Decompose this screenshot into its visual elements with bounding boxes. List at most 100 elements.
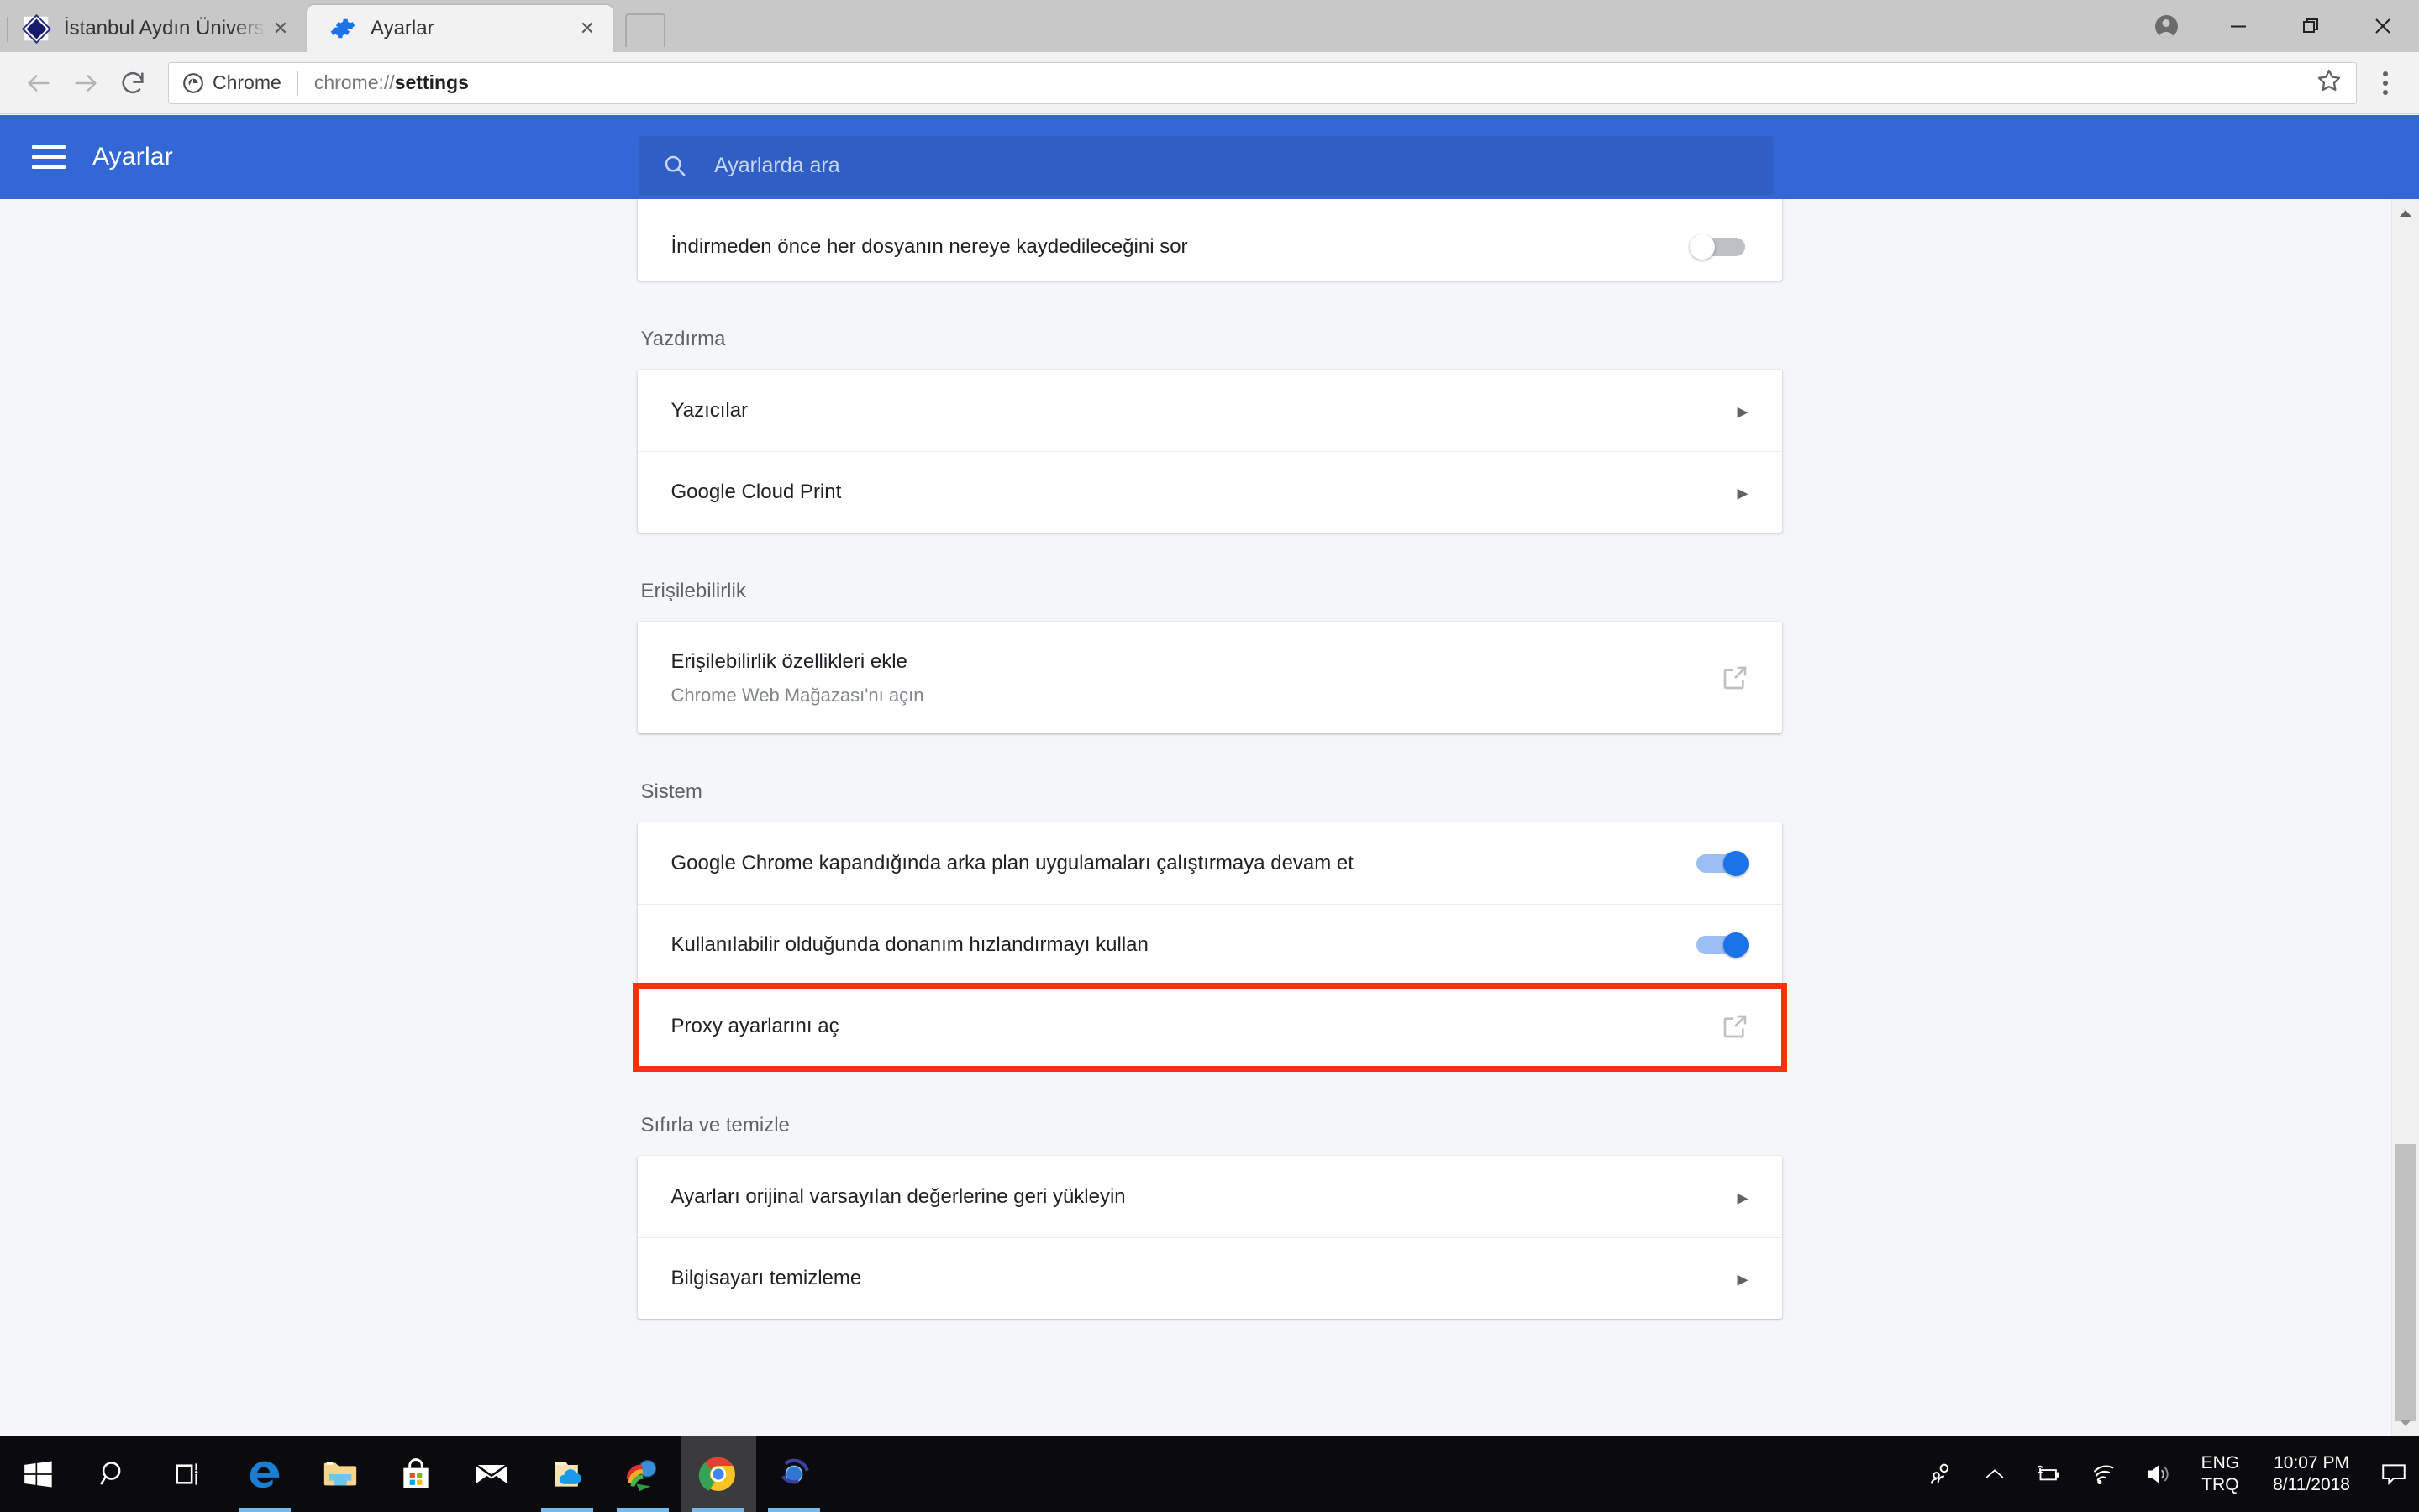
wifi-icon[interactable] [2075, 1436, 2131, 1512]
row-label: Erişilebilirlik özellikleri ekle [670, 649, 907, 673]
task-view-button[interactable] [151, 1436, 227, 1512]
chevron-right-icon: ▸ [1737, 1184, 1749, 1210]
edge-button[interactable] [227, 1436, 302, 1512]
row-add-accessibility-features[interactable]: Erişilebilirlik özellikleri ekle Chrome … [638, 622, 1782, 733]
tab-title: Ayarlar [371, 17, 434, 39]
search-icon [100, 1462, 121, 1485]
star-icon[interactable] [2316, 67, 2343, 98]
row-label: Google Chrome kapandığında arka plan uyg… [670, 851, 1354, 874]
row-google-cloud-print[interactable]: Google Cloud Print ▸ [637, 451, 1782, 533]
row-printers[interactable]: Yazıcılar ▸ [638, 370, 1782, 451]
gear-icon [330, 16, 355, 41]
clock[interactable]: 10:07 PM 8/11/2018 [2254, 1452, 2369, 1497]
row-restore-defaults[interactable]: Ayarları orijinal varsayılan değerlerine… [638, 1156, 1782, 1237]
maximize-restore-button[interactable] [2274, 0, 2347, 52]
omnibox-url: chrome://settings [314, 71, 469, 94]
reset-cleanup-card: Ayarları orijinal varsayılan değerlerine… [637, 1156, 1782, 1319]
start-button[interactable] [0, 1436, 76, 1512]
browser-toolbar: Chrome chrome://settings [0, 52, 2419, 114]
url-path: settings [394, 71, 469, 93]
three-dots-icon[interactable] [2367, 71, 2404, 95]
language-indicator[interactable]: ENG TRQ [2186, 1452, 2255, 1497]
running-indicator [239, 1508, 291, 1512]
chrome-button[interactable] [681, 1436, 756, 1512]
row-sublabel: Chrome Web Mağazası'nı açın [670, 685, 924, 706]
scrollbar-thumb[interactable] [2395, 1144, 2416, 1421]
iau-diamond-icon [24, 16, 49, 41]
search-icon [665, 155, 686, 176]
new-tab-button[interactable] [625, 13, 665, 47]
mail-button[interactable] [454, 1436, 529, 1512]
row-label: Ayarları orijinal varsayılan değerlerine… [670, 1184, 1126, 1208]
close-button[interactable] [2347, 0, 2419, 52]
hamburger-icon[interactable] [32, 145, 66, 169]
address-bar[interactable]: Chrome chrome://settings [168, 61, 2357, 104]
chevron-right-icon: ▸ [1737, 1266, 1749, 1291]
background-apps-toggle[interactable] [1690, 850, 1749, 876]
vertical-scrollbar[interactable] [2391, 199, 2419, 1436]
reload-icon[interactable] [109, 60, 156, 107]
row-label: Yazıcılar [670, 398, 749, 422]
file-explorer-button[interactable] [302, 1436, 378, 1512]
internet-download-manager-button[interactable] [605, 1436, 681, 1512]
clock-time: 10:07 PM [2274, 1452, 2349, 1473]
row-background-apps[interactable]: Google Chrome kapandığında arka plan uyg… [638, 822, 1782, 904]
tab-istanbul-aydin-universitesi[interactable]: İstanbul Aydın Üniversitesi ✕ [0, 5, 307, 52]
onedrive-folder-button[interactable] [529, 1436, 605, 1512]
row-open-proxy-settings[interactable]: Proxy ayarlarını aç [632, 983, 1787, 1072]
search-button[interactable] [76, 1436, 151, 1512]
ask-download-location-toggle[interactable] [1689, 234, 1749, 260]
row-label: İndirmeden önce her dosyanın nereye kayd… [670, 234, 1188, 258]
settings-header: Ayarlar Ayarlarda ara [0, 115, 2419, 199]
notification-icon[interactable] [2369, 1460, 2419, 1488]
search-placeholder: Ayarlarda ara [714, 153, 840, 177]
search-input[interactable]: Ayarlarda ara [639, 136, 1773, 195]
back-arrow-icon[interactable] [15, 60, 62, 107]
accessibility-card: Erişilebilirlik özellikleri ekle Chrome … [637, 622, 1782, 733]
app-button[interactable] [756, 1436, 832, 1512]
speaker-icon[interactable] [2131, 1436, 2186, 1512]
scroll-up-button[interactable] [2392, 199, 2419, 227]
settings-page: Ayarlar Ayarlarda ara İndirmeden önce he… [0, 115, 2419, 1436]
microsoft-store-button[interactable] [378, 1436, 454, 1512]
running-indicator [617, 1508, 669, 1512]
page-title: Ayarlar [92, 143, 173, 171]
forward-arrow-icon[interactable] [62, 60, 109, 107]
minimize-button[interactable] [2202, 0, 2274, 52]
chrome-icon [698, 1457, 735, 1491]
chevron-up-icon[interactable] [1969, 1436, 2020, 1512]
row-clean-computer[interactable]: Bilgisayarı temizleme ▸ [637, 1237, 1782, 1319]
scroll-down-button[interactable] [2392, 1409, 2419, 1436]
security-chip: Chrome [182, 71, 281, 94]
tab-strip: İstanbul Aydın Üniversitesi ✕ Ayarlar ✕ [0, 0, 2419, 52]
row-hardware-acceleration[interactable]: Kullanılabilir olduğunda donanım hızland… [637, 904, 1782, 985]
close-icon[interactable]: ✕ [573, 14, 602, 43]
windows-taskbar: ENG TRQ 10:07 PM 8/11/2018 [0, 1436, 2419, 1512]
people-icon[interactable] [1914, 1436, 1969, 1512]
printing-card: Yazıcılar ▸ Google Cloud Print ▸ [637, 370, 1782, 533]
clock-date: 8/11/2018 [2273, 1475, 2350, 1494]
running-indicator [541, 1508, 593, 1512]
row-label: Kullanılabilir olduğunda donanım hızland… [670, 933, 1149, 957]
row-label: Proxy ayarlarını aç [670, 1015, 839, 1038]
close-icon[interactable]: ✕ [266, 14, 295, 43]
store-bag-icon [403, 1458, 429, 1488]
chevron-right-icon: ▸ [1737, 397, 1749, 423]
profile-avatar-icon[interactable] [2130, 0, 2202, 52]
globe-orbit-icon [778, 1458, 810, 1484]
system-card: Google Chrome kapandığında arka plan uyg… [632, 822, 1787, 1072]
language-line-1: ENG [2201, 1452, 2240, 1473]
task-view-icon [176, 1463, 198, 1485]
section-title-printing: Yazdırma [640, 328, 726, 350]
external-link-icon [1723, 1015, 1746, 1038]
section-title-system: Sistem [640, 780, 702, 803]
url-prefix: chrome:// [313, 71, 395, 93]
row-label: Google Cloud Print [670, 480, 842, 504]
tab-ayarlar[interactable]: Ayarlar ✕ [307, 5, 613, 52]
chevron-right-icon: ▸ [1737, 480, 1749, 505]
hardware-acceleration-toggle[interactable] [1690, 932, 1749, 958]
mail-envelope-icon [475, 1463, 508, 1483]
running-indicator [692, 1508, 744, 1512]
row-ask-download-location[interactable]: İndirmeden önce her dosyanın nereye kayd… [638, 199, 1782, 281]
battery-charging-icon[interactable] [2020, 1436, 2075, 1512]
